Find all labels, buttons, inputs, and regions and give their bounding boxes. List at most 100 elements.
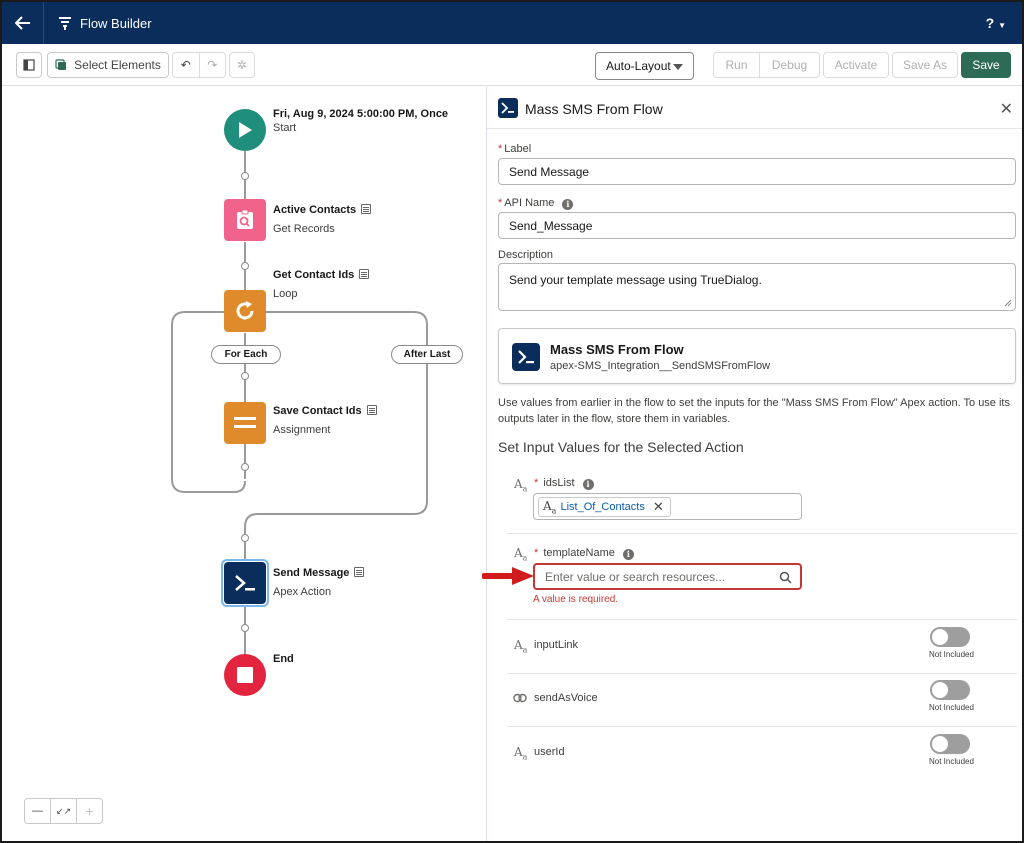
resize-handle-icon [1004, 299, 1012, 307]
fit-to-view-button[interactable]: ↙↗ [51, 799, 77, 823]
loop-node[interactable] [224, 290, 266, 332]
for-each-path-label: For Each [211, 345, 281, 364]
description-value: Send your template message using TrueDia… [509, 273, 762, 287]
apex-action-node[interactable] [224, 562, 266, 604]
param-send-as-voice-label: sendAsVoice [534, 692, 598, 704]
remove-pill-icon[interactable]: ✕ [653, 499, 664, 515]
send-as-voice-toggle-label: Not Included [929, 703, 974, 712]
undo-button[interactable]: ↶ [173, 53, 200, 77]
help-text: Use values from earlier in the flow to s… [498, 397, 1010, 425]
settings-button[interactable]: ✲ [229, 52, 255, 78]
end-node[interactable] [224, 654, 266, 696]
select-icon [55, 59, 67, 70]
search-icon [779, 571, 792, 584]
connector-dot[interactable] [241, 534, 249, 542]
end-title: End [273, 653, 294, 665]
plus-icon: + [85, 803, 94, 819]
apex-action-icon [512, 343, 540, 371]
help-menu-button[interactable]: ? ▼ [986, 15, 1006, 31]
gear-icon: ✲ [236, 58, 248, 72]
connector-dot[interactable] [241, 624, 249, 632]
redo-icon: ↷ [207, 58, 218, 72]
select-elements-label: Select Elements [74, 58, 161, 72]
api-name-input[interactable]: Send_Message [498, 212, 1016, 239]
user-id-toggle-label: Not Included [929, 757, 974, 766]
resource-pill-label: List_Of_Contacts [560, 501, 645, 513]
description-icon [366, 405, 377, 415]
divider [507, 533, 1017, 534]
redo-button[interactable]: ↷ [200, 53, 226, 77]
close-panel-button[interactable]: ✕ [1000, 99, 1013, 119]
description-textarea[interactable]: Send your template message using TrueDia… [498, 263, 1016, 311]
get-records-title: Active Contacts [273, 204, 372, 216]
send-as-voice-toggle[interactable] [930, 680, 970, 700]
layout-mode-select[interactable]: Auto-Layout [595, 52, 694, 80]
connector-dot[interactable] [241, 262, 249, 270]
panel-title: Mass SMS From Flow [525, 101, 663, 117]
save-as-button[interactable]: Save As [892, 52, 958, 78]
toolbar: Select Elements ↶ ↷ ✲ Auto-Layout Run De… [2, 44, 1022, 86]
param-user-id-label: userId [534, 746, 565, 758]
section-heading: Set Input Values for the Selected Action [498, 439, 744, 455]
assignment-node[interactable] [224, 402, 266, 444]
app-title: Flow Builder [80, 16, 152, 31]
properties-panel: Mass SMS From Flow ✕ * Label Send Message… [486, 87, 1022, 841]
stop-icon [237, 667, 253, 683]
info-icon[interactable]: i [622, 548, 634, 560]
input-link-toggle-label: Not Included [929, 650, 974, 659]
loop-type: Loop [273, 288, 298, 300]
boolean-type-icon [513, 693, 527, 703]
loop-icon [236, 301, 254, 320]
connector-dot[interactable] [241, 463, 249, 471]
app-frame: Flow Builder ? ▼ Select Elements ↶ ↷ ✲ A… [0, 0, 1024, 843]
user-id-toggle[interactable] [930, 734, 970, 754]
select-elements-button[interactable]: Select Elements [47, 52, 169, 78]
text-type-icon: Aa [514, 745, 528, 762]
description-icon [359, 269, 370, 279]
zoom-in-button[interactable]: + [77, 799, 102, 823]
ids-list-input[interactable]: Aa List_Of_Contacts ✕ [533, 493, 802, 520]
api-name-field-label: * API Name i [498, 197, 574, 210]
activate-button[interactable]: Activate [823, 52, 889, 78]
help-icon: ? [985, 15, 995, 31]
start-label: Start [273, 122, 297, 134]
start-node[interactable] [224, 109, 266, 151]
info-icon[interactable]: i [562, 198, 574, 210]
divider [507, 619, 1017, 620]
undo-icon: ↶ [180, 58, 191, 72]
connector-dot[interactable] [241, 372, 249, 380]
resource-pill[interactable]: Aa List_Of_Contacts ✕ [538, 497, 671, 517]
divider [507, 726, 1017, 727]
connector-dot[interactable] [241, 172, 249, 180]
template-name-input[interactable]: Enter value or search resources... [533, 563, 802, 590]
loop-title: Get Contact Ids [273, 269, 370, 281]
param-input-link-label: inputLink [534, 639, 579, 651]
input-link-toggle[interactable] [930, 627, 970, 647]
close-icon: ✕ [999, 101, 1013, 118]
save-button[interactable]: Save [961, 52, 1011, 78]
text-type-icon: Aa [514, 546, 528, 563]
zoom-out-button[interactable]: — [25, 799, 51, 823]
param-ids-list-label: * idsList i [534, 477, 594, 490]
run-button[interactable]: Run [714, 53, 760, 77]
label-input[interactable]: Send Message [498, 158, 1016, 185]
panel-left-icon [23, 59, 35, 71]
apex-action-icon [498, 98, 518, 118]
get-records-node[interactable] [224, 199, 266, 241]
back-button[interactable] [2, 2, 44, 44]
layout-mode-value: Auto-Layout [606, 59, 671, 73]
play-icon [239, 122, 252, 138]
start-schedule: Fri, Aug 9, 2024 5:00:00 PM, Once [273, 108, 449, 120]
zoom-controls: — ↙↗ + [24, 798, 103, 824]
flow-canvas[interactable]: Fri, Aug 9, 2024 5:00:00 PM, Once Start … [2, 87, 486, 841]
toggle-toolbox-button[interactable] [16, 52, 42, 78]
annotation-arrow-icon [482, 567, 534, 585]
app-header: Flow Builder ? ▼ [2, 2, 1022, 44]
text-type-icon: Aa [514, 638, 528, 655]
divider [507, 673, 1017, 674]
action-card-title: Mass SMS From Flow [550, 342, 684, 357]
param-template-name-label: * templateName i [534, 547, 634, 560]
debug-button[interactable]: Debug [760, 53, 819, 77]
info-icon[interactable]: i [582, 478, 594, 490]
action-card: Mass SMS From Flow apex-SMS_Integration_… [498, 328, 1016, 384]
